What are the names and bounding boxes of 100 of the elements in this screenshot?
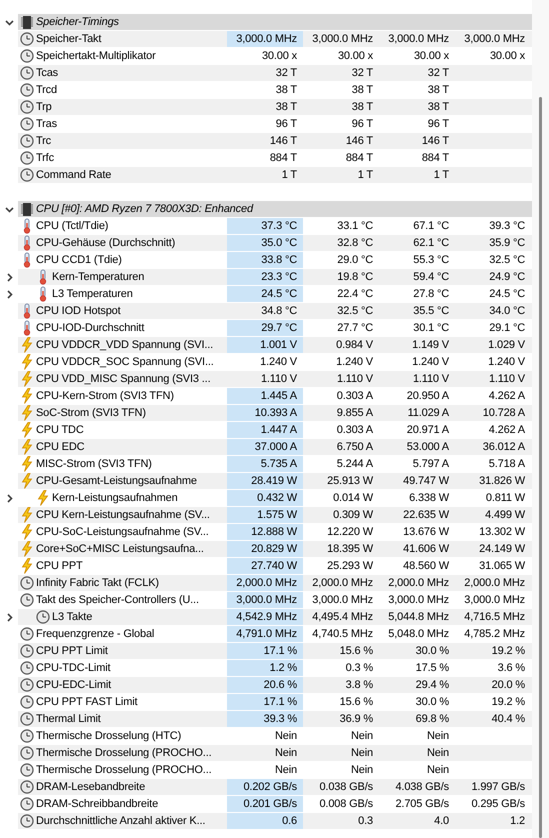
value-cell-text: 30.1 °C (412, 321, 450, 336)
value-cell-text: 30.00 x (412, 49, 450, 64)
value-cell-text: 4,740.5 MHz (311, 627, 374, 642)
value-cell-text: Nein (350, 763, 374, 778)
sensor-label: Speichertakt-Multiplikator (35, 49, 157, 64)
value-cell-text: 4.499 W (484, 508, 526, 523)
sensor-label: Frequenzgrenze - Global (35, 627, 156, 642)
value-cell-text: 1.240 V (411, 355, 450, 370)
value-cell-text: 38 T (426, 100, 450, 115)
value-cell-text: 6.750 A (336, 440, 374, 455)
sensor-label: Trfc (35, 151, 55, 166)
value-cell-text: 19.2 % (490, 644, 526, 659)
value-cell-text: 62.1 °C (412, 236, 450, 251)
value-cell-text: 0.811 W (484, 491, 526, 506)
value-cell-text: 17.5 % (414, 661, 450, 676)
value-cell-text: 25.293 W (326, 559, 374, 574)
value-cell-text: 22.635 W (402, 508, 450, 523)
value-cell-text: 32.8 °C (336, 236, 374, 251)
value-cell: 17.1 % (227, 643, 303, 659)
thermometer-icon (22, 218, 32, 234)
value-cell-text: 29.4 % (414, 678, 450, 693)
value-cell-text: 22.4 °C (336, 287, 374, 302)
value-cell-text: 4,716.5 MHz (463, 610, 526, 625)
value-cell-text: 32 T (350, 66, 374, 81)
value-cell-text: 32 T (426, 66, 450, 81)
sensor-label: Infinity Fabric Takt (FCLK) (35, 576, 160, 591)
value-cell-text: 884 T (344, 151, 374, 166)
value-cell-text: 24.9 °C (488, 270, 526, 285)
value-cell-text: 1 T (280, 168, 298, 183)
lightning-icon (20, 371, 32, 387)
value-cell-text: 36.012 A (482, 440, 526, 455)
value-cell-text: 146 T (344, 134, 374, 149)
value-cell-text: 5,048.0 MHz (387, 627, 450, 642)
lightning-icon (20, 354, 32, 370)
value-cell-text: 96 T (350, 117, 374, 132)
value-cell-text: Nein (426, 746, 450, 761)
value-cell-text: 1.149 V (411, 338, 450, 353)
value-cell-text: 4.038 GB/s (394, 780, 450, 795)
value-cell: 4,542.9 MHz (227, 609, 303, 625)
sensor-label: Thermische Drosselung (HTC) (35, 729, 182, 744)
value-cell-text: 5.718 A (488, 457, 526, 472)
value-cell-text: 67.1 °C (412, 219, 450, 234)
value-cell: 10.393 A (227, 405, 303, 421)
value-cell-text: 4,785.2 MHz (463, 627, 526, 642)
value-cell: 35.0 °C (227, 235, 303, 251)
value-cell-text: 59.4 °C (412, 270, 450, 285)
value-cell-text: 4.0 (433, 814, 450, 829)
value-cell: 33.8 °C (227, 252, 303, 268)
value-cell: 1.575 W (227, 507, 303, 523)
lightning-icon (20, 507, 32, 523)
value-cell-text: 3,000.0 MHz (463, 593, 526, 608)
sensor-label: CPU-Kern-Strom (SVI3 TFN) (35, 389, 175, 404)
value-cell-text: 69.8 % (414, 712, 450, 727)
value-cell: 0.201 GB/s (227, 796, 303, 812)
thermometer-icon (38, 286, 48, 302)
sensor-label: Kern-Temperaturen (51, 270, 146, 285)
scrollbar-thumb[interactable] (539, 97, 542, 838)
lightning-icon (20, 337, 32, 353)
value-cell-text: 15.6 % (338, 695, 374, 710)
value-cell-text: 11.029 A (406, 406, 450, 421)
value-cell-text: 884 T (268, 151, 298, 166)
value-cell-text: 1.110 V (336, 372, 374, 387)
value-cell-text: Nein (274, 763, 298, 778)
value-cell: 1.445 A (227, 388, 303, 404)
value-cell-text: 20.971 A (406, 423, 450, 438)
sensor-label: Trcd (35, 83, 58, 98)
value-cell-text: 0.038 GB/s (318, 780, 374, 795)
value-cell-text: 1.110 V (412, 372, 450, 387)
value-cell-text: 39.3 °C (488, 219, 526, 234)
sensor-label: CPU-Gehäuse (Durchschnitt) (35, 236, 176, 251)
value-cell: 0.202 GB/s (227, 779, 303, 795)
value-cell: 39.3 % (227, 711, 303, 727)
lightning-icon (20, 439, 32, 455)
sensor-label: Core+SoC+MISC Leistungsaufna... (35, 542, 205, 557)
sensor-label: SoC-Strom (SVI3 TFN) (35, 406, 147, 421)
value-cell: 3,000.0 MHz (227, 592, 303, 608)
sensor-label: Thermische Drosselung (PROCHO... (35, 763, 213, 778)
value-cell-text: Nein (426, 763, 450, 778)
sensor-label: DRAM-Schreibbandbreite (35, 797, 160, 812)
value-cell: 20.829 W (227, 541, 303, 557)
value-cell: 37.3 °C (227, 218, 303, 234)
section-title: Speicher-Timings (35, 15, 119, 30)
value-cell-text: 2,000.0 MHz (463, 576, 526, 591)
sensor-label: CPU (Tctl/Tdie) (35, 219, 110, 234)
value-cell: 27.740 W (227, 558, 303, 574)
value-cell-text: 12.220 W (326, 525, 374, 540)
value-cell-text: 0.008 GB/s (318, 797, 374, 812)
sensor-label: Command Rate (35, 168, 112, 183)
value-cell: 1.2 % (227, 660, 303, 676)
value-cell-text: 1.997 GB/s (470, 780, 526, 795)
scrollbar[interactable] (532, 0, 549, 838)
value-cell-text: 30.0 % (414, 644, 450, 659)
value-cell: 23.3 °C (227, 269, 303, 285)
value-cell-text: 0.295 GB/s (470, 797, 526, 812)
sensor-label: CPU VDDCR_VDD Spannung (SVI... (35, 338, 214, 353)
lightning-icon (20, 456, 32, 472)
value-cell-text: 38 T (274, 100, 298, 115)
value-cell-text: 884 T (420, 151, 450, 166)
sensor-label: Durchschnittliche Anzahl aktiver K... (35, 814, 206, 829)
value-cell-text: 1 T (432, 168, 450, 183)
